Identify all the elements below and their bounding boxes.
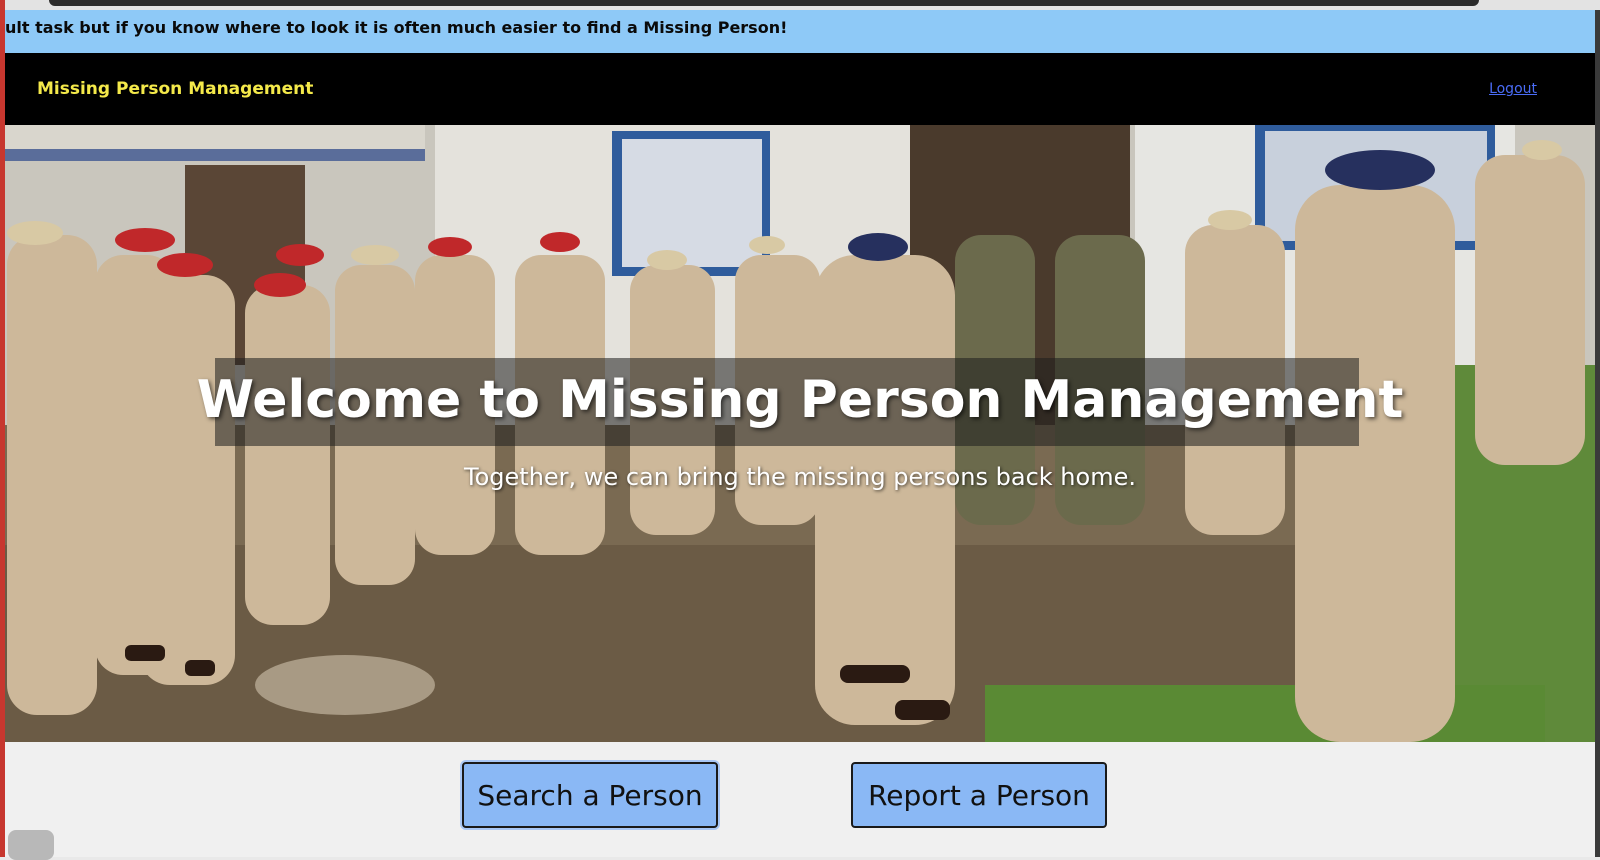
announcement-marquee: ult task but if you know where to look i…: [5, 10, 1595, 53]
search-person-button[interactable]: Search a Person: [462, 762, 718, 828]
navbar: Missing Person Management Logout: [5, 53, 1595, 125]
brand-title[interactable]: Missing Person Management: [37, 79, 313, 99]
action-bar: Search a Person Report a Person: [5, 742, 1595, 857]
hero-banner: Welcome to Missing Person Management Tog…: [5, 125, 1595, 742]
window-top-strip: [5, 0, 1600, 10]
logout-link[interactable]: Logout: [1489, 81, 1537, 97]
marquee-text: ult task but if you know where to look i…: [5, 18, 788, 37]
browser-frame: ult task but if you know where to look i…: [0, 0, 1600, 860]
top-bar: [49, 0, 1479, 6]
window-edge-right: [1595, 10, 1600, 857]
hero-title: Welcome to Missing Person Management: [196, 370, 1404, 430]
corner-widget-icon[interactable]: [8, 830, 54, 860]
page: ult task but if you know where to look i…: [5, 10, 1595, 857]
hero-subtitle: Together, we can bring the missing perso…: [464, 463, 1136, 491]
report-person-button[interactable]: Report a Person: [851, 762, 1107, 828]
